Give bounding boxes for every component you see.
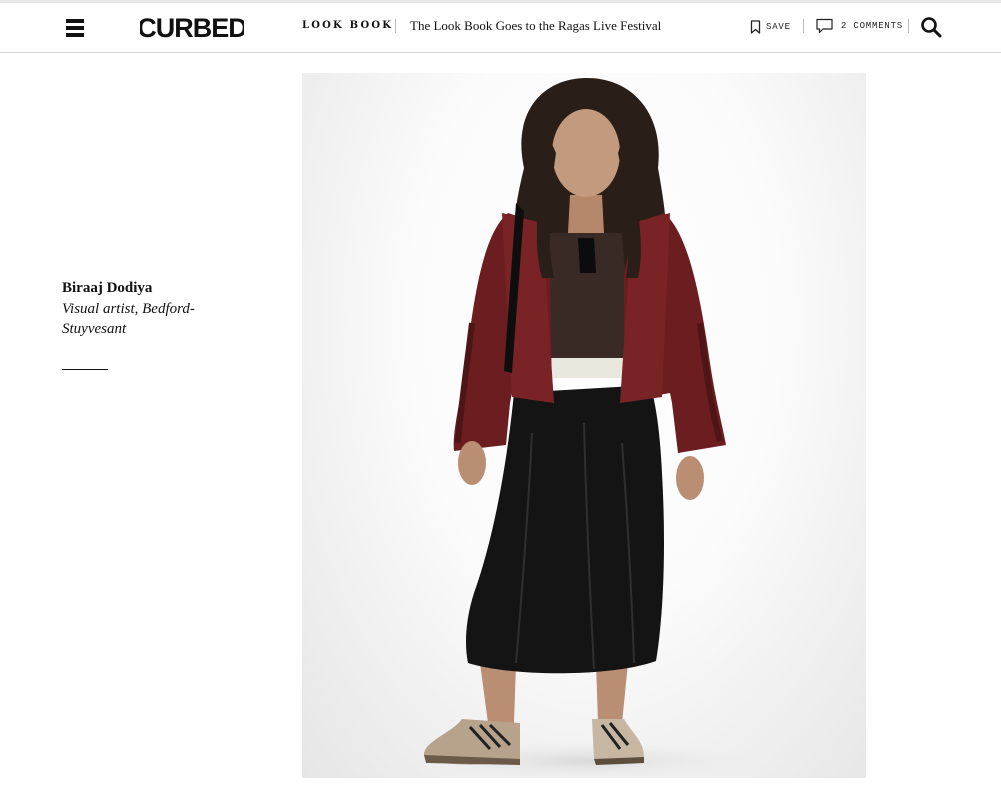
search-icon bbox=[921, 17, 942, 38]
curbed-logo[interactable]: CURBED bbox=[137, 11, 248, 43]
comments-button[interactable]: 2 COMMENTS bbox=[816, 17, 903, 35]
subject-name: Biraaj Dodiya bbox=[62, 280, 153, 296]
save-label: SAVE bbox=[766, 22, 791, 32]
logo-wordmark: CURBED bbox=[137, 13, 248, 43]
search-button[interactable] bbox=[920, 16, 942, 38]
divider bbox=[395, 19, 396, 33]
photo-caption: Biraaj Dodiya Visual artist, Bedford-Stu… bbox=[62, 278, 242, 370]
portrait-photo bbox=[302, 73, 866, 778]
comment-bubble-icon bbox=[816, 18, 833, 34]
comments-count: 2 COMMENTS bbox=[841, 21, 904, 31]
caption-rule bbox=[62, 369, 108, 370]
divider bbox=[803, 19, 804, 33]
hamburger-menu-icon[interactable] bbox=[64, 16, 86, 40]
site-header: CURBED LOOK BOOK The Look Book Goes to t… bbox=[0, 3, 1001, 53]
save-button[interactable]: SAVE bbox=[750, 19, 791, 35]
section-label[interactable]: LOOK BOOK bbox=[302, 20, 393, 31]
portrait-illustration bbox=[417, 78, 757, 778]
svg-text:CURBED: CURBED bbox=[140, 13, 244, 43]
subject-role: Visual artist, Bedford-Stuyvesant bbox=[62, 301, 195, 337]
bookmark-icon bbox=[750, 20, 761, 34]
divider bbox=[908, 19, 909, 33]
article-headline: The Look Book Goes to the Ragas Live Fes… bbox=[410, 18, 662, 33]
